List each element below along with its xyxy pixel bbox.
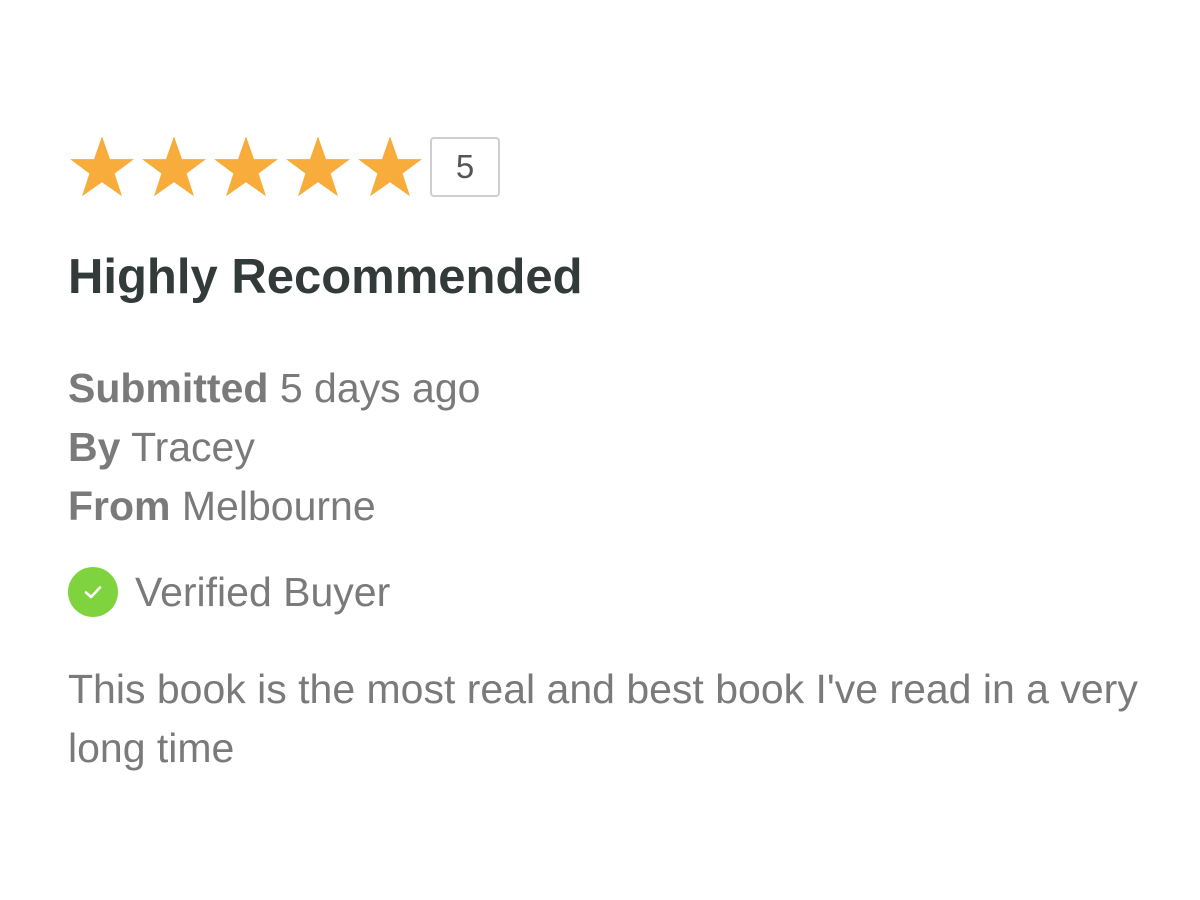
location-line: From Melbourne bbox=[68, 477, 1178, 536]
review-title: Highly Recommended bbox=[68, 250, 583, 304]
review-meta: Submitted 5 days ago By Tracey From Melb… bbox=[68, 359, 1178, 536]
author-label: By bbox=[68, 424, 121, 470]
star-rating bbox=[68, 133, 428, 201]
rating-value: 5 bbox=[455, 148, 475, 185]
star-icon bbox=[212, 133, 280, 201]
star-icon bbox=[68, 133, 136, 201]
check-circle-icon bbox=[68, 567, 118, 617]
author-name: Tracey bbox=[131, 424, 255, 470]
submitted-value: 5 days ago bbox=[279, 365, 481, 411]
star-icon bbox=[356, 133, 424, 201]
author-line: By Tracey bbox=[68, 418, 1178, 477]
submitted-label: Submitted bbox=[68, 365, 269, 411]
submitted-line: Submitted 5 days ago bbox=[68, 359, 1178, 418]
location-value: Melbourne bbox=[181, 483, 376, 529]
verified-buyer-label: Verified Buyer bbox=[135, 568, 391, 615]
rating-value-box: 5 bbox=[430, 137, 500, 197]
star-icon bbox=[284, 133, 352, 201]
rating-row: 5 bbox=[68, 133, 1178, 201]
review-body: This book is the most real and best book… bbox=[68, 666, 1138, 771]
location-label: From bbox=[68, 483, 171, 529]
star-icon bbox=[140, 133, 208, 201]
verified-buyer-badge: Verified Buyer bbox=[68, 564, 1178, 620]
review-card: 5 Highly Recommended Submitted 5 days ag… bbox=[68, 133, 1178, 778]
